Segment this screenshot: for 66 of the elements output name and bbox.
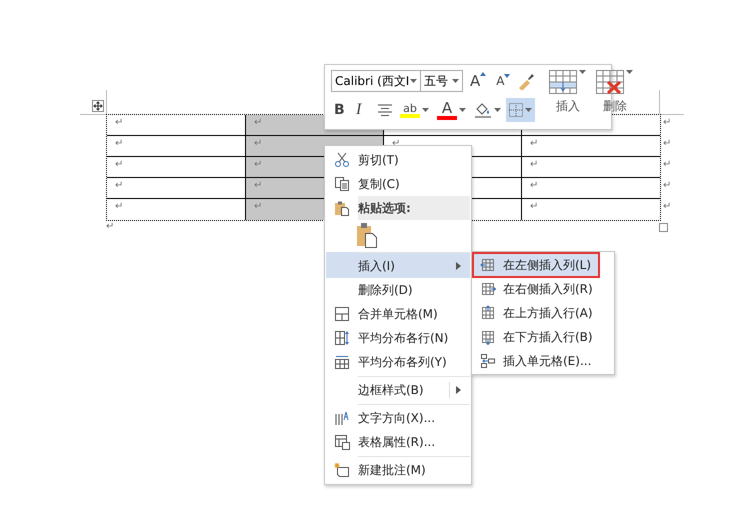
clipboard-icon: [334, 200, 350, 216]
menu-item[interactable]: 在右侧插入列(R): [473, 277, 613, 301]
insert-table-icon: [549, 70, 578, 94]
menu-item[interactable]: 插入单元格(E)...: [473, 349, 613, 373]
font-name-dropdown[interactable]: Calibri (西文I: [331, 70, 421, 92]
new-comment-icon: [334, 462, 350, 478]
menu-item[interactable]: 在下方插入行(B): [473, 325, 613, 349]
center-align-icon: [378, 104, 392, 116]
dropdown-caret-icon: [494, 108, 501, 112]
distribute-rows-icon: [334, 330, 350, 346]
paragraph-mark: ↵: [106, 221, 114, 232]
dropdown-caret-icon: [410, 79, 417, 83]
delete-table-icon: [596, 70, 624, 94]
scissors-icon: [334, 152, 350, 168]
copy-icon: [334, 176, 350, 192]
table-cell: ↵: [107, 115, 246, 136]
borders-icon: [509, 103, 523, 117]
up-triangle-icon: [480, 72, 486, 76]
menu-item[interactable]: 在上方插入行(A): [473, 301, 613, 325]
menu-item[interactable]: 平均分布各行(N): [326, 326, 470, 350]
dropdown-caret-icon: [579, 70, 586, 74]
insert-column-left-icon: [480, 257, 496, 273]
dropdown-caret-icon: [626, 70, 634, 74]
dropdown-caret-icon: [452, 79, 459, 83]
dropdown-caret-icon: [525, 108, 532, 112]
table-cell: ↵: [107, 136, 246, 157]
highlight-button[interactable]: ab: [397, 98, 432, 122]
table-move-handle[interactable]: [92, 100, 104, 112]
text-direction-icon: [334, 410, 350, 426]
font-size-dropdown[interactable]: 五号: [420, 70, 463, 92]
menu-item[interactable]: 合并单元格(M): [326, 302, 470, 326]
paste-options-header: 粘贴选项:: [358, 196, 470, 220]
dropdown-caret-icon: [422, 108, 429, 112]
menu-item[interactable]: 平均分布各列(Y): [326, 350, 470, 374]
paste-keep-format-button[interactable]: [356, 222, 378, 248]
insert-row-below-icon: [480, 329, 496, 345]
distribute-columns-icon: [334, 354, 350, 370]
dropdown-caret-icon: [459, 108, 466, 112]
menu-item[interactable]: 表格属性(R)...: [326, 430, 470, 454]
insert-row-above-icon: [480, 305, 496, 321]
format-painter-icon[interactable]: [517, 72, 536, 90]
shrink-font-button[interactable]: A: [493, 74, 514, 88]
menu-item[interactable]: 在左侧插入列(L): [473, 253, 599, 277]
submenu-arrow-icon: [456, 262, 461, 270]
row-end-mark: ↵: [663, 179, 672, 193]
row-end-mark: ↵: [663, 200, 672, 214]
menu-item[interactable]: 插入(I): [326, 252, 470, 278]
insert-cells-icon: [480, 353, 496, 369]
font-color-button[interactable]: A: [434, 98, 469, 122]
row-end-mark: ↵: [663, 116, 672, 130]
menu-item[interactable]: 删除列(D): [326, 278, 470, 302]
table-cell: ↵: [107, 178, 246, 199]
delete-button[interactable]: 删除: [594, 70, 636, 125]
insert-column-right-icon: [480, 281, 496, 297]
borders-button[interactable]: [506, 98, 535, 122]
table-cell: ↵: [107, 157, 246, 178]
merge-cells-icon: [334, 306, 350, 322]
table-resize-handle[interactable]: [659, 223, 668, 232]
row-end-mark: ↵: [663, 158, 672, 172]
insert-button[interactable]: 插入: [547, 70, 588, 125]
table-properties-icon: [334, 434, 350, 450]
grow-font-button[interactable]: A: [467, 72, 490, 90]
paint-bucket-icon: [474, 102, 492, 118]
down-triangle-icon: [504, 74, 510, 78]
row-end-mark: ↵: [663, 137, 672, 151]
submenu-arrow-icon: [456, 386, 461, 394]
